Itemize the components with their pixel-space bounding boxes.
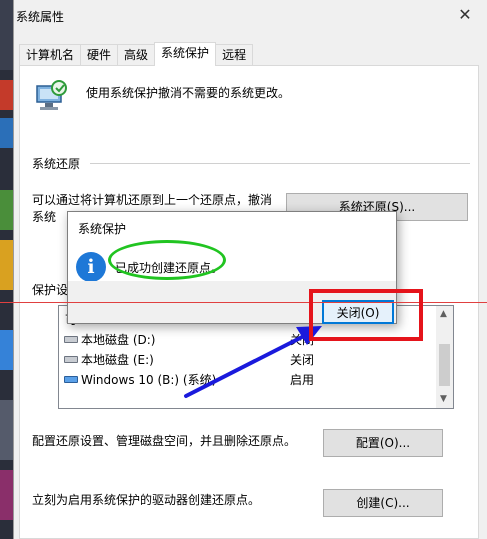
drive-protection-state: 关闭 — [290, 353, 315, 367]
tab-computer-name[interactable]: 计算机名 — [19, 44, 82, 66]
dialog-title: 系统保护 — [78, 222, 127, 236]
red-guide-line — [0, 302, 487, 303]
drive-list-scrollbar[interactable]: ▲ ▼ — [436, 306, 453, 408]
configure-description: 配置还原设置、管理磁盘空间，并且删除还原点。 — [32, 434, 297, 448]
drive-icon — [64, 336, 78, 343]
create-button[interactable]: 创建(C)... — [323, 489, 443, 517]
drive-name: Windows 10 (B:) (系统) — [81, 373, 217, 387]
protection-settings-label: 保护设 — [32, 283, 69, 297]
dialog-close-button[interactable]: 关闭(O) — [322, 300, 394, 324]
tab-system-protection[interactable]: 系统保护 — [154, 42, 217, 66]
scroll-down-icon[interactable]: ▼ — [440, 394, 447, 404]
scroll-up-icon[interactable]: ▲ — [440, 309, 447, 319]
desktop-background-strip — [0, 0, 13, 539]
info-icon: i — [76, 252, 106, 282]
drive-row[interactable]: Windows 10 (B:) (系统) 启用 — [59, 370, 437, 390]
highlight-oval — [108, 240, 226, 280]
drive-protection-state: 关闭 — [290, 333, 315, 347]
drive-row[interactable]: 本地磁盘 (E:) 关闭 — [59, 350, 437, 370]
drive-icon — [64, 356, 78, 363]
system-protection-icon — [36, 80, 67, 110]
configure-button[interactable]: 配置(O)... — [323, 429, 443, 457]
protection-description: 使用系统保护撤消不需要的系统更改。 — [86, 86, 291, 100]
drive-row[interactable]: 本地磁盘 (D:) 关闭 — [59, 330, 437, 350]
drive-name: 本地磁盘 (D:) — [81, 333, 156, 347]
system-drive-icon — [64, 376, 78, 383]
tab-advanced[interactable]: 高级 — [117, 44, 156, 66]
scrollbar-thumb[interactable] — [439, 344, 450, 386]
restore-section-label: 系统还原 — [32, 157, 81, 171]
system-properties-window: 系统属性 ✕ 计算机名 硬件 高级 系统保护 远程 使用系统保护撤消不需要的系统… — [13, 0, 487, 539]
tab-remote[interactable]: 远程 — [215, 44, 254, 66]
restore-divider — [90, 163, 470, 164]
tab-bar: 计算机名 硬件 高级 系统保护 远程 — [19, 42, 254, 66]
close-window-icon[interactable]: ✕ — [453, 3, 477, 27]
tab-hardware[interactable]: 硬件 — [80, 44, 119, 66]
drive-name: 本地磁盘 (E:) — [81, 353, 154, 367]
window-title: 系统属性 — [16, 10, 65, 24]
drive-protection-state: 启用 — [290, 373, 315, 387]
create-description: 立刻为启用系统保护的驱动器创建还原点。 — [32, 493, 261, 507]
